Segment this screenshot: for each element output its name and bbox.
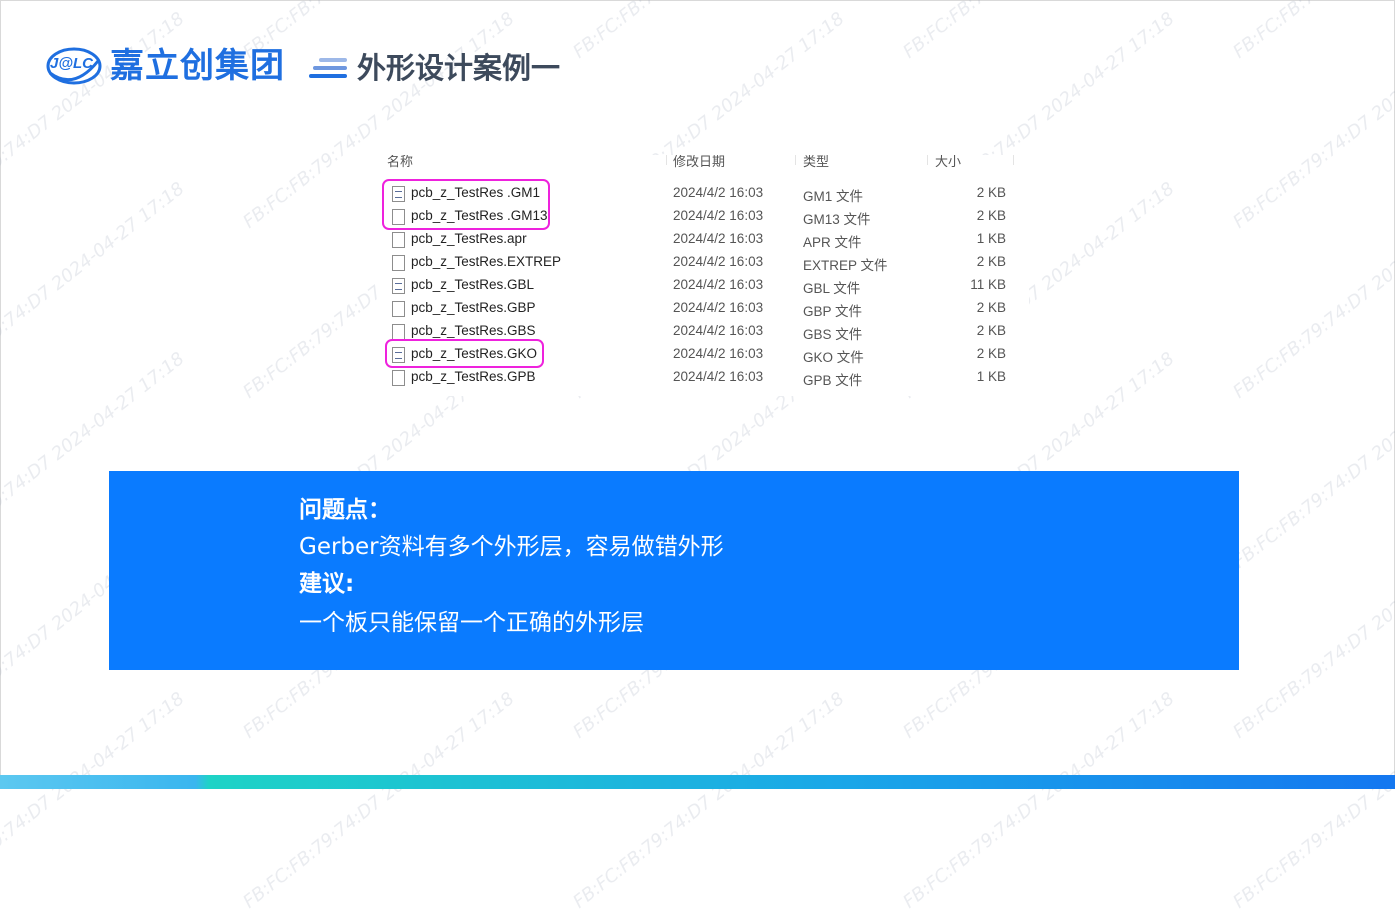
file-size: 2 KB xyxy=(976,323,1006,338)
advice-text: 一个板只能保留一个正确的外形层 xyxy=(299,610,644,636)
file-type: EXTREP 文件 xyxy=(803,258,888,273)
speed-lines-icon xyxy=(309,58,347,78)
file-icon xyxy=(392,301,405,317)
brand-name: 嘉立创集团 xyxy=(110,46,285,86)
file-row[interactable]: pcb_z_TestRes.GPB 2024/4/2 16:03 GPB 文件 1 K… xyxy=(379,367,1029,390)
file-icon xyxy=(392,232,405,248)
highlight-gm-files xyxy=(382,179,550,230)
file-name: pcb_z_TestRes.apr xyxy=(411,231,527,246)
file-date: 2024/4/2 16:03 xyxy=(673,231,764,246)
file-icon xyxy=(392,255,405,271)
file-explorer-list: 名称 修改日期 类型 大小 pcb_z_TestRes .GM1 2024/4/2… xyxy=(379,155,1029,396)
file-size: 2 KB xyxy=(976,254,1006,269)
file-date: 2024/4/2 16:03 xyxy=(673,185,764,200)
file-row[interactable]: pcb_z_TestRes.GBL 2024/4/2 16:03 GBL 文件 11 … xyxy=(379,275,1029,298)
file-size: 2 KB xyxy=(976,185,1006,200)
file-type: GKO 文件 xyxy=(803,350,864,365)
info-box: 问题点： Gerber资料有多个外形层，容易做错外形 建议: 一个板只能保留一个… xyxy=(109,471,1239,670)
column-name[interactable]: 名称 xyxy=(387,155,413,170)
file-row[interactable]: pcb_z_TestRes.GBP 2024/4/2 16:03 GBP 文件 2 K… xyxy=(379,298,1029,321)
file-date: 2024/4/2 16:03 xyxy=(673,208,764,223)
column-type[interactable]: 类型 xyxy=(803,155,829,170)
file-name: pcb_z_TestRes.GBP xyxy=(411,300,536,315)
file-date: 2024/4/2 16:03 xyxy=(673,323,764,338)
file-type: APR 文件 xyxy=(803,235,862,250)
file-size: 1 KB xyxy=(976,231,1006,246)
file-name: pcb_z_TestRes.GPB xyxy=(411,369,536,384)
file-date: 2024/4/2 16:03 xyxy=(673,300,764,315)
problem-heading: 问题点： xyxy=(299,497,391,523)
file-size: 2 KB xyxy=(976,208,1006,223)
file-type: GPB 文件 xyxy=(803,373,863,388)
file-date: 2024/4/2 16:03 xyxy=(673,277,764,292)
file-size: 2 KB xyxy=(976,346,1006,361)
problem-text: Gerber资料有多个外形层，容易做错外形 xyxy=(299,534,724,560)
page-title: 外形设计案例一 xyxy=(357,51,561,85)
file-name: pcb_z_TestRes.EXTREP xyxy=(411,254,562,269)
logo-text: J@LC xyxy=(50,55,93,72)
file-icon xyxy=(392,370,405,386)
file-type: GM1 文件 xyxy=(803,189,864,204)
file-size: 2 KB xyxy=(976,300,1006,315)
file-size: 11 KB xyxy=(970,277,1006,292)
file-type: GBS 文件 xyxy=(803,327,863,342)
file-name: pcb_z_TestRes.GBL xyxy=(411,277,535,292)
file-size: 1 KB xyxy=(976,369,1006,384)
file-date: 2024/4/2 16:03 xyxy=(673,254,764,269)
column-size[interactable]: 大小 xyxy=(935,155,961,170)
file-type: GBP 文件 xyxy=(803,304,863,319)
advice-heading: 建议: xyxy=(299,571,355,597)
file-type: GBL 文件 xyxy=(803,281,861,296)
column-date[interactable]: 修改日期 xyxy=(673,155,725,170)
highlight-gko-file xyxy=(385,339,544,368)
file-row[interactable]: pcb_z_TestRes.EXTREP 2024/4/2 16:03 EXTREP… xyxy=(379,252,1029,275)
file-name: pcb_z_TestRes.GBS xyxy=(411,323,536,338)
file-date: 2024/4/2 16:03 xyxy=(673,346,764,361)
bottom-accent-bar xyxy=(0,775,1395,789)
file-icon xyxy=(392,324,405,340)
file-row[interactable]: pcb_z_TestRes.apr 2024/4/2 16:03 APR 文件 1 K… xyxy=(379,229,1029,252)
file-date: 2024/4/2 16:03 xyxy=(673,369,764,384)
file-type: GM13 文件 xyxy=(803,212,871,227)
file-icon xyxy=(392,278,405,294)
column-header: 名称 修改日期 类型 大小 xyxy=(379,155,1029,169)
